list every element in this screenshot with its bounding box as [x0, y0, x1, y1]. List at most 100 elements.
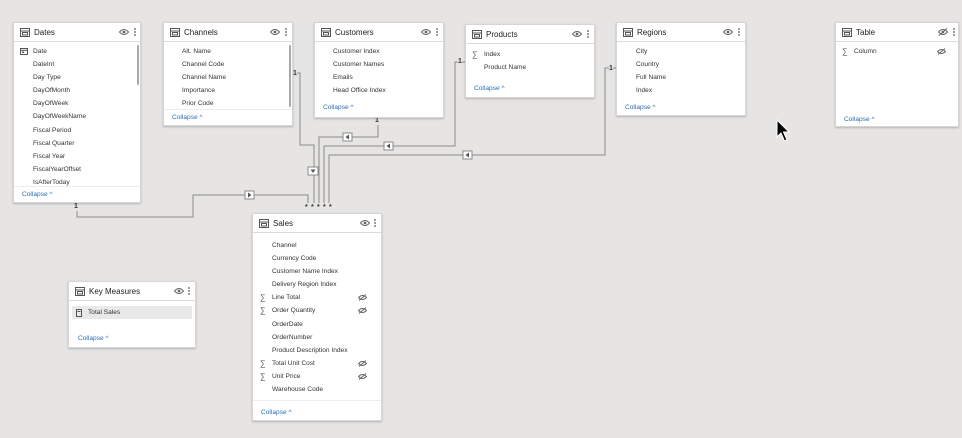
eye-hidden-icon[interactable] — [358, 373, 367, 380]
collapse-button[interactable]: Collapse ^ — [172, 114, 203, 121]
eye-icon[interactable] — [723, 28, 733, 36]
eye-icon[interactable] — [119, 28, 129, 36]
more-options-icon[interactable] — [586, 29, 590, 39]
field-row[interactable]: Customer Names — [315, 58, 443, 71]
collapse-button[interactable]: Collapse ^ — [22, 191, 53, 198]
field-row[interactable]: IsAfterToday — [14, 176, 140, 189]
table-header[interactable]: Dates — [14, 23, 140, 42]
field-row[interactable]: City — [617, 45, 745, 58]
table-card-dates[interactable]: Dates Date DateInt Day Type DayOfMonth D… — [13, 22, 141, 203]
more-options-icon[interactable] — [737, 27, 741, 37]
table-card-table[interactable]: Table ∑ Column Collapse ^ — [835, 22, 959, 127]
field-row[interactable]: Delivery Region Index — [253, 278, 381, 291]
table-card-products[interactable]: Products ∑ Index Product Name Collapse ^ — [465, 24, 595, 98]
collapse-button[interactable]: Collapse ^ — [323, 104, 354, 111]
table-title: Dates — [34, 28, 55, 37]
field-row[interactable]: ∑ Order Quantity — [253, 304, 381, 317]
table-header[interactable]: Sales — [253, 214, 381, 233]
collapse-button[interactable]: Collapse ^ — [844, 116, 875, 123]
field-row[interactable]: ∑ Total Unit Cost — [253, 357, 381, 370]
field-row[interactable]: Head Office Index — [315, 84, 443, 97]
sigma-icon: ∑ — [842, 47, 848, 56]
scrollbar-thumb[interactable] — [289, 45, 291, 107]
collapse-label: Collapse — [261, 409, 287, 416]
field-row[interactable]: Country — [617, 58, 745, 71]
collapse-button[interactable]: Collapse ^ — [474, 85, 505, 92]
eye-hidden-icon[interactable] — [358, 359, 367, 367]
eye-icon[interactable] — [270, 28, 280, 36]
chevron-up-icon: ^ — [350, 104, 354, 111]
model-canvas[interactable]: 1 1 1 1 1 * * * * * Dates Date DateInt D… — [0, 0, 962, 438]
more-options-icon[interactable] — [435, 27, 439, 37]
field-label: Channel Code — [182, 61, 225, 69]
table-header[interactable]: Customers — [315, 23, 443, 42]
field-row[interactable]: Emails — [315, 71, 443, 84]
eye-hidden-icon[interactable] — [937, 48, 946, 55]
field-row[interactable]: DayOfWeekName — [14, 110, 140, 123]
table-header[interactable]: Key Measures — [69, 282, 195, 301]
field-row[interactable]: Customer Index — [315, 45, 443, 58]
field-label: Day Type — [33, 74, 61, 82]
more-options-icon[interactable] — [133, 27, 137, 37]
eye-hidden-icon[interactable] — [358, 307, 367, 315]
collapse-label: Collapse — [78, 335, 104, 342]
table-card-channels[interactable]: Channels Alt. Name Channel Code Channel … — [163, 22, 293, 126]
eye-hidden-icon[interactable] — [938, 28, 948, 36]
table-card-regions[interactable]: Regions City Country Full Name Index Col… — [616, 22, 746, 116]
field-label: IsAfterToday — [33, 178, 70, 186]
eye-icon[interactable] — [174, 287, 184, 295]
field-row[interactable]: DayOfMonth — [14, 84, 140, 97]
table-header[interactable]: Products — [466, 25, 594, 44]
field-row[interactable]: Channel — [253, 239, 381, 252]
collapse-button[interactable]: Collapse ^ — [261, 409, 292, 416]
field-row[interactable]: Alt. Name — [164, 45, 292, 58]
field-row[interactable]: DayOfWeek — [14, 97, 140, 110]
more-options-icon[interactable] — [187, 286, 191, 296]
eye-icon[interactable] — [421, 28, 431, 36]
arrow-left-icon — [465, 152, 469, 158]
table-card-customers[interactable]: Customers Customer Index Customer Names … — [314, 22, 444, 118]
field-row[interactable]: Total Sales — [72, 306, 192, 320]
field-row[interactable]: Warehouse Code — [253, 383, 381, 396]
field-row[interactable]: ∑ Index — [466, 48, 594, 61]
field-row[interactable]: ∑ Unit Price — [253, 370, 381, 383]
eye-hidden-icon[interactable] — [358, 294, 367, 302]
field-row[interactable]: Fiscal Year — [14, 150, 140, 163]
field-row[interactable]: Customer Name Index — [253, 265, 381, 278]
field-row[interactable]: Full Name — [617, 71, 745, 84]
field-row[interactable]: OrderNumber — [253, 331, 381, 344]
more-options-icon[interactable] — [952, 27, 956, 37]
field-row[interactable]: OrderDate — [253, 318, 381, 331]
field-row[interactable]: ∑ Column — [836, 45, 958, 58]
field-row[interactable]: Fiscal Quarter — [14, 137, 140, 150]
table-header[interactable]: Channels — [164, 23, 292, 42]
table-header[interactable]: Table — [836, 23, 958, 42]
more-options-icon[interactable] — [284, 27, 288, 37]
field-label: Order Quantity — [272, 307, 316, 315]
field-row[interactable]: Day Type — [14, 71, 140, 84]
collapse-button[interactable]: Collapse ^ — [625, 104, 656, 111]
field-row[interactable]: FiscalYearOffset — [14, 163, 140, 176]
field-row[interactable]: ∑ Line Total — [253, 291, 381, 304]
field-row[interactable]: Index — [617, 84, 745, 97]
collapse-label: Collapse — [474, 85, 500, 92]
chevron-up-icon: ^ — [199, 114, 203, 121]
field-label: Currency Code — [272, 255, 317, 263]
field-row[interactable]: Channel Code — [164, 58, 292, 71]
field-row[interactable]: Channel Name — [164, 71, 292, 84]
more-options-icon[interactable] — [373, 218, 377, 228]
field-row[interactable]: Product Description Index — [253, 344, 381, 357]
field-row[interactable]: Date — [14, 45, 140, 58]
table-card-key-measures[interactable]: Key Measures Total Sales Collapse ^ — [68, 281, 196, 348]
field-row[interactable]: Product Name — [466, 61, 594, 74]
table-header[interactable]: Regions — [617, 23, 745, 42]
scrollbar-thumb[interactable] — [137, 45, 139, 85]
field-row[interactable]: Currency Code — [253, 252, 381, 265]
table-card-sales[interactable]: Sales Channel Currency Code Customer Nam… — [252, 213, 382, 421]
eye-icon[interactable] — [572, 30, 582, 38]
collapse-button[interactable]: Collapse ^ — [78, 335, 109, 342]
field-row[interactable]: Fiscal Period — [14, 124, 140, 137]
field-row[interactable]: Importance — [164, 84, 292, 97]
field-row[interactable]: DateInt — [14, 58, 140, 71]
eye-icon[interactable] — [360, 219, 370, 227]
